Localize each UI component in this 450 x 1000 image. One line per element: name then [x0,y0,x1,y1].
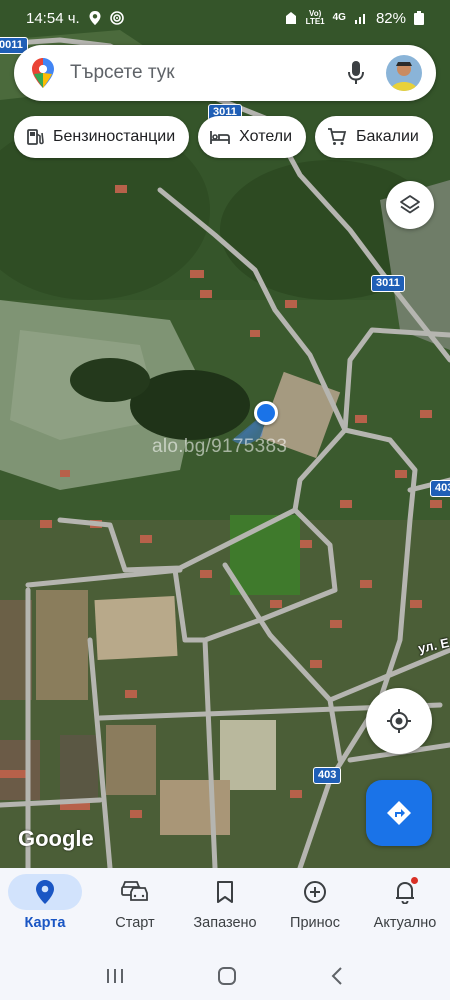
layers-button[interactable] [386,181,434,229]
add-circle-icon [304,881,326,903]
volte-indicator: Vo) LTE1 [305,9,325,26]
nav-label: Принос [290,915,340,931]
nav-explore[interactable]: Карта [0,868,90,952]
category-chips: Бензиностанции Хотели Бакалии [14,116,433,158]
car-icon [121,881,148,901]
map-pin-icon [36,880,54,904]
nav-label: Запазено [193,915,257,931]
cart-icon [328,128,347,145]
my-location-dot [254,401,278,425]
avatar[interactable] [386,55,422,91]
chip-hotels[interactable]: Хотели [198,116,306,158]
nav-updates[interactable]: Актуално [360,868,450,952]
nav-go[interactable]: Старт [90,868,180,952]
battery-icon [414,11,424,25]
clock: 14:54 ч. [26,9,80,27]
chip-label: Бензиностанции [53,128,176,145]
bed-icon [210,131,231,144]
search-placeholder[interactable]: Търсете тук [70,62,348,84]
battery-percent: 82% [375,9,406,27]
chip-label: Бакалии [356,128,419,145]
alarm-icon [285,12,296,24]
nav-saved[interactable]: Запазено [180,868,270,952]
my-location-button[interactable] [366,688,432,754]
recents-icon[interactable] [105,967,125,985]
mic-icon[interactable] [348,61,364,85]
crosshair-icon [387,709,411,733]
bottom-navigation: Карта Старт Запазено Принос Актуално [0,868,450,952]
nav-label: Актуално [373,915,437,931]
directions-icon [387,801,411,825]
gas-station-icon [27,129,44,145]
nav-contribute[interactable]: Принос [270,868,360,952]
layers-icon [400,195,420,214]
road-shield: 3011 [371,275,405,292]
google-attribution: Google [18,826,94,851]
bookmark-icon [217,881,233,903]
road-shield: 403 [313,767,342,784]
chip-gas-stations[interactable]: Бензиностанции [14,116,190,158]
notification-dot [411,877,418,884]
watermark: alo.bg/9175383 [152,436,288,457]
home-icon[interactable] [216,965,238,987]
back-icon[interactable] [329,966,345,986]
location-status-icon [89,11,101,25]
chip-groceries[interactable]: Бакалии [315,116,433,158]
hotspot-status-icon [109,11,124,25]
system-navigation-bar [0,952,450,1000]
signal-icon [354,14,365,24]
search-bar[interactable]: Търсете тук [14,45,436,101]
road-shield: 403 [430,480,450,497]
directions-button[interactable] [366,780,432,846]
status-bar: 14:54 ч. Vo) LTE1 4G 82% [0,0,450,36]
maps-pin-logo [32,58,54,88]
nav-label: Старт [115,915,155,931]
network-type: 4G [332,12,346,23]
nav-label: Карта [24,915,66,931]
chip-label: Хотели [239,128,292,145]
